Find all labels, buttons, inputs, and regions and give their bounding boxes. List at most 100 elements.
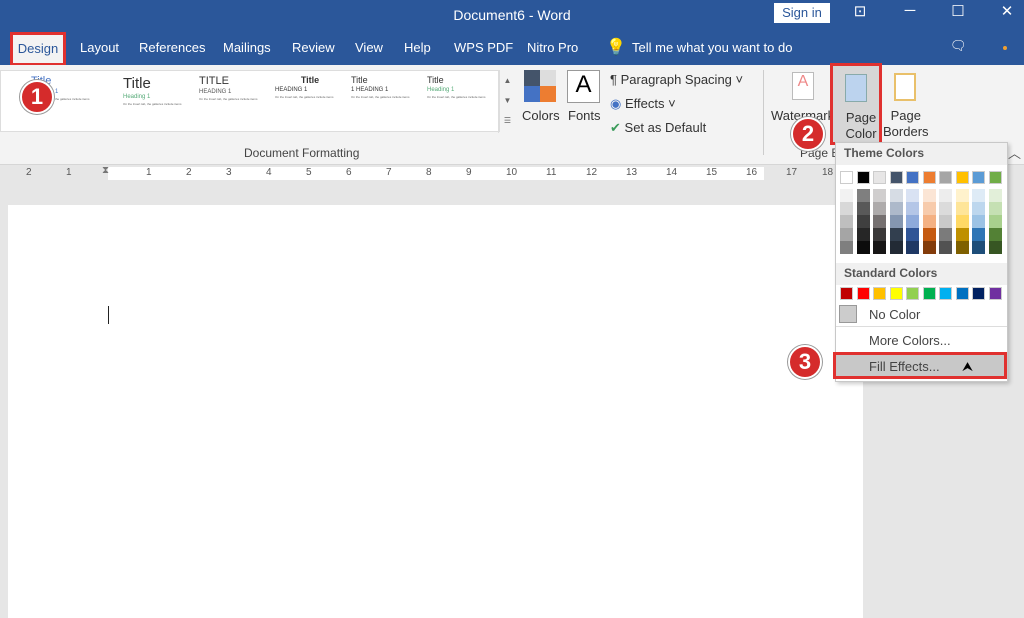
theme-shade-swatch[interactable] xyxy=(840,215,853,228)
theme-shade-swatch[interactable] xyxy=(840,189,853,202)
colors-button[interactable]: Colors xyxy=(522,108,560,123)
theme-shade-swatch[interactable] xyxy=(972,189,985,202)
style-set-item[interactable]: Title HEADING 1 On the Insert tab, the gal… xyxy=(275,75,345,131)
page-borders-button[interactable]: Page Borders xyxy=(883,108,929,140)
theme-shade-swatch[interactable] xyxy=(939,202,952,215)
theme-shade-swatch[interactable] xyxy=(972,228,985,241)
standard-color-swatch[interactable] xyxy=(939,287,952,300)
fonts-button[interactable]: Fonts xyxy=(568,108,601,123)
sign-in-button[interactable]: Sign in xyxy=(774,3,830,23)
theme-shade-swatch[interactable] xyxy=(988,189,1002,202)
theme-shade-swatch[interactable] xyxy=(873,228,886,241)
ribbon-display-icon[interactable]: ⊡ xyxy=(845,2,875,20)
standard-color-swatch[interactable] xyxy=(873,287,886,300)
theme-shade-swatch[interactable] xyxy=(988,202,1002,215)
theme-shade-swatch[interactable] xyxy=(889,189,903,202)
theme-shade-swatch[interactable] xyxy=(955,215,969,228)
theme-shade-swatch[interactable] xyxy=(856,189,870,202)
theme-shade-swatch[interactable] xyxy=(955,228,969,241)
style-set-item[interactable]: TITLE HEADING 1 On the Insert tab, the gal… xyxy=(199,75,269,131)
theme-shade-swatch[interactable] xyxy=(939,228,952,241)
theme-shade-swatch[interactable] xyxy=(889,215,903,228)
theme-shade-swatch[interactable] xyxy=(873,215,886,228)
maximize-button[interactable]: ☐ xyxy=(943,2,973,20)
theme-color-swatch[interactable] xyxy=(972,171,985,184)
tab-wps-pdf[interactable]: WPS PDF xyxy=(454,40,513,55)
fill-effects-item[interactable]: Fill Effects... ⮝ xyxy=(833,352,1007,379)
theme-shade-swatch[interactable] xyxy=(873,189,886,202)
theme-color-swatch[interactable] xyxy=(939,171,952,184)
close-button[interactable]: ✕ xyxy=(992,2,1022,20)
theme-color-swatch[interactable] xyxy=(889,171,903,184)
tab-design[interactable]: Design xyxy=(10,32,66,66)
theme-shade-swatch[interactable] xyxy=(840,228,853,241)
effects-button[interactable]: ◉ Effects ˅ xyxy=(610,96,676,112)
theme-shade-swatch[interactable] xyxy=(906,241,919,254)
theme-shade-swatch[interactable] xyxy=(856,202,870,215)
theme-shade-swatch[interactable] xyxy=(889,202,903,215)
theme-shade-swatch[interactable] xyxy=(906,215,919,228)
theme-shade-swatch[interactable] xyxy=(856,215,870,228)
theme-shade-swatch[interactable] xyxy=(939,241,952,254)
theme-shade-swatch[interactable] xyxy=(922,189,936,202)
tab-references[interactable]: References xyxy=(139,40,205,55)
indent-marker[interactable]: ⧗ xyxy=(102,165,109,176)
standard-color-swatch[interactable] xyxy=(906,287,919,300)
style-set-item[interactable]: Title 1 HEADING 1 On the Insert tab, the g… xyxy=(351,75,421,131)
document-page[interactable] xyxy=(8,205,863,618)
theme-color-swatch[interactable] xyxy=(873,171,886,184)
tab-nitro-pro[interactable]: Nitro Pro xyxy=(527,40,578,55)
tab-help[interactable]: Help xyxy=(404,40,431,55)
theme-shade-swatch[interactable] xyxy=(972,202,985,215)
theme-shade-swatch[interactable] xyxy=(988,241,1002,254)
set-as-default-button[interactable]: ✔ Set as Default xyxy=(610,120,706,136)
paragraph-spacing-button[interactable]: ¶ Paragraph Spacing ˅ xyxy=(610,72,743,87)
tab-layout[interactable]: Layout xyxy=(80,40,119,55)
theme-shade-swatch[interactable] xyxy=(873,202,886,215)
no-color-item[interactable]: No Color xyxy=(869,307,920,322)
theme-shade-swatch[interactable] xyxy=(972,241,985,254)
style-set-item[interactable]: TitleHeading 1On the Insert tab, the gal… xyxy=(427,75,497,131)
theme-shade-swatch[interactable] xyxy=(889,241,903,254)
theme-shade-swatch[interactable] xyxy=(922,215,936,228)
theme-shade-swatch[interactable] xyxy=(955,241,969,254)
theme-shade-swatch[interactable] xyxy=(972,215,985,228)
minimize-button[interactable]: ─ xyxy=(895,2,925,19)
standard-color-swatch[interactable] xyxy=(856,287,870,300)
gallery-scroll[interactable]: ▲ ▼ ☰ xyxy=(498,71,516,133)
theme-shade-swatch[interactable] xyxy=(922,228,936,241)
theme-shade-swatch[interactable] xyxy=(922,241,936,254)
standard-color-swatch[interactable] xyxy=(840,287,853,300)
style-set-item[interactable]: TitleHeading 1On the Insert tab, the gal… xyxy=(123,75,193,131)
theme-shade-swatch[interactable] xyxy=(955,202,969,215)
theme-color-swatch[interactable] xyxy=(922,171,936,184)
theme-shade-swatch[interactable] xyxy=(955,189,969,202)
theme-color-swatch[interactable] xyxy=(856,171,870,184)
standard-color-swatch[interactable] xyxy=(988,287,1002,300)
theme-color-swatch[interactable] xyxy=(906,171,919,184)
tab-mailings[interactable]: Mailings xyxy=(223,40,271,55)
theme-shade-swatch[interactable] xyxy=(906,202,919,215)
theme-color-swatch[interactable] xyxy=(955,171,969,184)
theme-shade-swatch[interactable] xyxy=(856,228,870,241)
comments-icon[interactable]: 🗨 xyxy=(950,38,967,54)
theme-shade-swatch[interactable] xyxy=(939,189,952,202)
tab-view[interactable]: View xyxy=(355,40,383,55)
theme-shade-swatch[interactable] xyxy=(856,241,870,254)
theme-shade-swatch[interactable] xyxy=(840,241,853,254)
standard-color-swatch[interactable] xyxy=(889,287,903,300)
page-color-button[interactable]: PageColor ˅ xyxy=(830,63,882,157)
theme-shade-swatch[interactable] xyxy=(939,215,952,228)
standard-color-swatch[interactable] xyxy=(922,287,936,300)
more-colors-item[interactable]: More Colors... xyxy=(869,333,951,348)
theme-shade-swatch[interactable] xyxy=(840,202,853,215)
tell-me-search[interactable]: Tell me what you want to do xyxy=(632,40,792,55)
theme-shade-swatch[interactable] xyxy=(922,202,936,215)
theme-shade-swatch[interactable] xyxy=(873,241,886,254)
collapse-ribbon-icon[interactable]: ︿ xyxy=(1008,143,1021,162)
theme-color-swatch[interactable] xyxy=(988,171,1002,184)
theme-shade-swatch[interactable] xyxy=(889,228,903,241)
standard-color-swatch[interactable] xyxy=(955,287,969,300)
theme-shade-swatch[interactable] xyxy=(906,228,919,241)
theme-shade-swatch[interactable] xyxy=(988,228,1002,241)
